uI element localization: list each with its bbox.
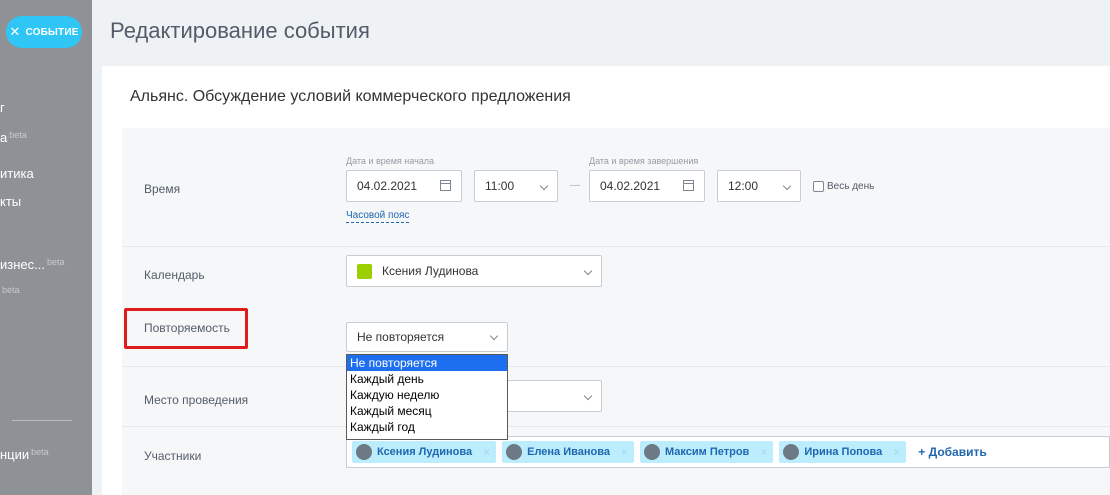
avatar bbox=[356, 444, 372, 460]
participants-field[interactable]: Ксения Лудинова × Елена Иванова × Максим… bbox=[346, 436, 1110, 468]
repeat-option[interactable]: Каждый месяц bbox=[347, 403, 507, 419]
close-event-label: СОБЫТИЕ bbox=[25, 26, 79, 38]
chevron-down-icon bbox=[782, 181, 792, 191]
row-divider bbox=[122, 246, 1110, 247]
end-date-input[interactable]: 04.02.2021 bbox=[589, 170, 705, 202]
time-label: Время bbox=[144, 182, 181, 196]
event-form: Время Дата и время начала 04.02.2021 11:… bbox=[122, 128, 1110, 495]
row-divider bbox=[122, 366, 1110, 367]
chevron-down-icon bbox=[539, 181, 549, 191]
end-datetime-label: Дата и время завершения bbox=[589, 156, 699, 166]
page-title: Редактирование события bbox=[110, 18, 370, 43]
participants-label: Участники bbox=[144, 449, 202, 463]
all-day-checkbox[interactable] bbox=[813, 181, 824, 192]
sidebar-item[interactable]: а beta bbox=[0, 130, 27, 145]
close-event-button[interactable]: ✕ СОБЫТИЕ bbox=[6, 16, 82, 48]
repeat-dropdown-list: Не повторяется Каждый день Каждую неделю… bbox=[346, 354, 508, 440]
participant-tag[interactable]: Ирина Попова × bbox=[779, 441, 907, 463]
calendar-label: Календарь bbox=[144, 268, 205, 282]
beta-badge: beta bbox=[46, 257, 65, 267]
remove-participant-icon[interactable]: × bbox=[760, 445, 767, 459]
sidebar-divider bbox=[12, 420, 72, 421]
beta-badge: beta bbox=[31, 447, 49, 457]
avatar bbox=[643, 444, 660, 460]
calendar-icon bbox=[683, 180, 694, 191]
end-time-select[interactable]: 12:00 bbox=[717, 170, 801, 202]
time-separator: — bbox=[570, 180, 580, 191]
chevron-down-icon bbox=[489, 331, 499, 341]
participant-tag[interactable]: Ксения Лудинова × bbox=[352, 441, 497, 463]
remove-participant-icon[interactable]: × bbox=[893, 445, 900, 459]
row-divider bbox=[122, 426, 1110, 427]
sidebar-item[interactable]: изнес... beta bbox=[0, 257, 65, 272]
avatar bbox=[506, 444, 523, 460]
edit-event-panel: Редактирование события Альянс. Обсуждени… bbox=[92, 0, 1110, 495]
repeat-select[interactable]: Не повторяется bbox=[346, 322, 508, 352]
left-sidebar: ✕ СОБЫТИЕ г а beta итика кты изнес... beta… bbox=[0, 0, 92, 495]
remove-participant-icon[interactable]: × bbox=[621, 445, 628, 459]
calendar-icon bbox=[440, 180, 451, 191]
close-icon: ✕ bbox=[9, 24, 21, 39]
add-participant-link[interactable]: + Добавить bbox=[918, 445, 986, 459]
event-card: Альянс. Обсуждение условий коммерческого… bbox=[102, 66, 1110, 495]
timezone-link[interactable]: Часовой пояс bbox=[346, 210, 410, 223]
repeat-option[interactable]: Не повторяется bbox=[347, 355, 507, 371]
event-name[interactable]: Альянс. Обсуждение условий коммерческого… bbox=[130, 88, 571, 106]
remove-participant-icon[interactable]: × bbox=[483, 445, 490, 459]
location-label: Место проведения bbox=[144, 393, 249, 407]
sidebar-item[interactable]: нции beta bbox=[0, 447, 49, 462]
sidebar-item[interactable]: beta bbox=[0, 285, 20, 300]
start-time-select[interactable]: 11:00 bbox=[474, 170, 558, 202]
calendar-color-swatch bbox=[357, 263, 372, 279]
all-day-label: Весь день bbox=[827, 181, 875, 192]
participant-tag[interactable]: Максим Петров × bbox=[639, 441, 774, 463]
start-date-input[interactable]: 04.02.2021 bbox=[346, 170, 462, 202]
beta-badge: beta bbox=[9, 130, 27, 140]
repeat-option[interactable]: Каждый день bbox=[347, 371, 507, 387]
calendar-select[interactable]: Ксения Лудинова bbox=[346, 255, 602, 287]
sidebar-item[interactable]: кты bbox=[0, 194, 21, 209]
sidebar-item[interactable]: итика bbox=[0, 166, 34, 181]
repeat-option[interactable]: Каждую неделю bbox=[347, 387, 507, 403]
chevron-down-icon bbox=[583, 266, 593, 276]
repeat-option[interactable]: Каждый год bbox=[347, 419, 507, 435]
beta-badge: beta bbox=[2, 285, 20, 295]
sidebar-item[interactable]: г bbox=[0, 100, 5, 115]
participant-tag[interactable]: Елена Иванова × bbox=[502, 441, 634, 463]
repeat-label: Повторяемость bbox=[144, 321, 230, 335]
avatar bbox=[783, 444, 800, 460]
chevron-down-icon bbox=[583, 391, 593, 401]
start-datetime-label: Дата и время начала bbox=[346, 156, 435, 166]
